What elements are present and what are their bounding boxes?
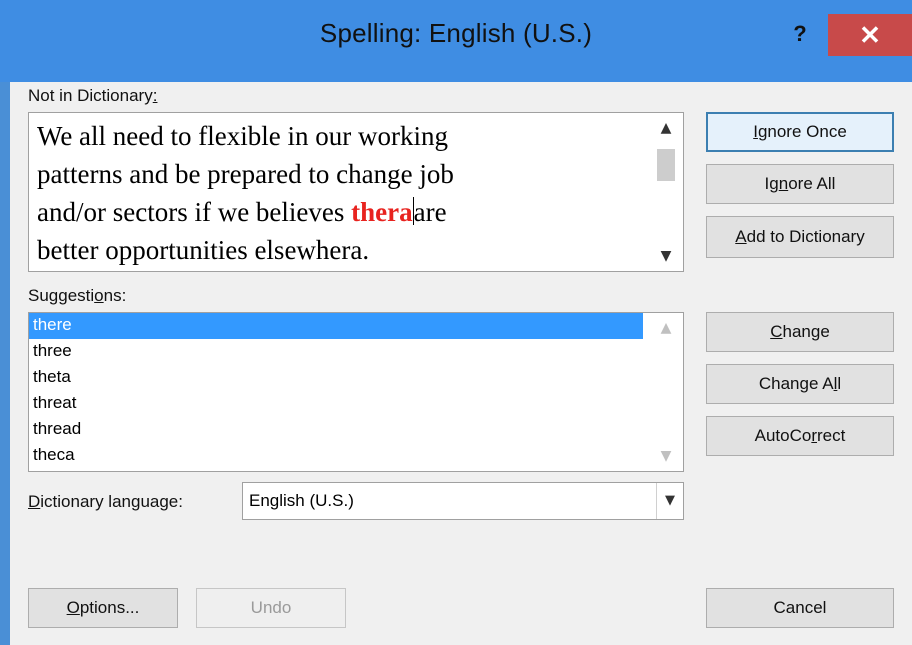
suggestions-scrollbar[interactable]: ▲ ▼: [649, 313, 683, 471]
help-button[interactable]: ?: [780, 14, 820, 54]
suggestions-label: Suggestions:: [28, 286, 127, 305]
sentence-line-1: We all need to flexible in our working: [37, 121, 448, 151]
sentence-line-3: and/or sectors if we believes theraare: [37, 197, 447, 227]
sentence-line-2: patterns and be prepared to change job: [37, 159, 454, 189]
list-item[interactable]: theca: [29, 443, 643, 469]
dictionary-language-value: English (U.S.): [249, 491, 354, 510]
not-in-dictionary-label: Not in Dictionary:: [28, 86, 158, 105]
scroll-down-icon[interactable]: ▼: [649, 441, 683, 471]
spelling-dialog: Spelling: English (U.S.) ? ✕ Not in Dict…: [0, 0, 912, 645]
options-button[interactable]: Options...: [28, 588, 178, 628]
cancel-button[interactable]: Cancel: [706, 588, 894, 628]
list-item[interactable]: thread: [29, 417, 643, 443]
scroll-up-icon[interactable]: ▲: [649, 113, 683, 143]
suggestions-list[interactable]: there three theta threat thread theca ▲ …: [28, 312, 684, 472]
dialog-title: Spelling: English (U.S.): [319, 18, 593, 48]
list-item[interactable]: three: [29, 339, 643, 365]
scroll-thumb[interactable]: [657, 149, 675, 181]
dialog-body: Not in Dictionary: We all need to flexib…: [10, 82, 912, 645]
close-icon: ✕: [859, 20, 881, 50]
list-item[interactable]: theta: [29, 365, 643, 391]
not-in-dictionary-textbox[interactable]: We all need to flexible in our working p…: [28, 112, 684, 272]
ignore-all-button[interactable]: Ignore All: [706, 164, 894, 204]
dictionary-language-select[interactable]: English (U.S.) ▼: [242, 482, 684, 520]
change-all-button[interactable]: Change All: [706, 364, 894, 404]
title-bar[interactable]: Spelling: English (U.S.) ? ✕: [0, 0, 912, 82]
ignore-once-button[interactable]: Ignore Once: [706, 112, 894, 152]
misspelled-word: thera: [351, 197, 413, 227]
add-to-dictionary-button[interactable]: Add to Dictionary: [706, 216, 894, 258]
dictionary-language-label: Dictionary language:: [28, 492, 183, 511]
not-in-dictionary-scrollbar[interactable]: ▲ ▼: [649, 113, 683, 271]
close-button[interactable]: ✕: [828, 14, 912, 56]
list-item[interactable]: threat: [29, 391, 643, 417]
scroll-up-icon[interactable]: ▲: [649, 313, 683, 343]
chevron-down-icon[interactable]: ▼: [656, 483, 683, 519]
autocorrect-button[interactable]: AutoCorrect: [706, 416, 894, 456]
change-button[interactable]: Change: [706, 312, 894, 352]
undo-button[interactable]: Undo: [196, 588, 346, 628]
sentence-line-4: better opportunities elsewhera.: [37, 235, 370, 265]
scroll-down-icon[interactable]: ▼: [649, 241, 683, 271]
list-item[interactable]: there: [29, 313, 643, 339]
